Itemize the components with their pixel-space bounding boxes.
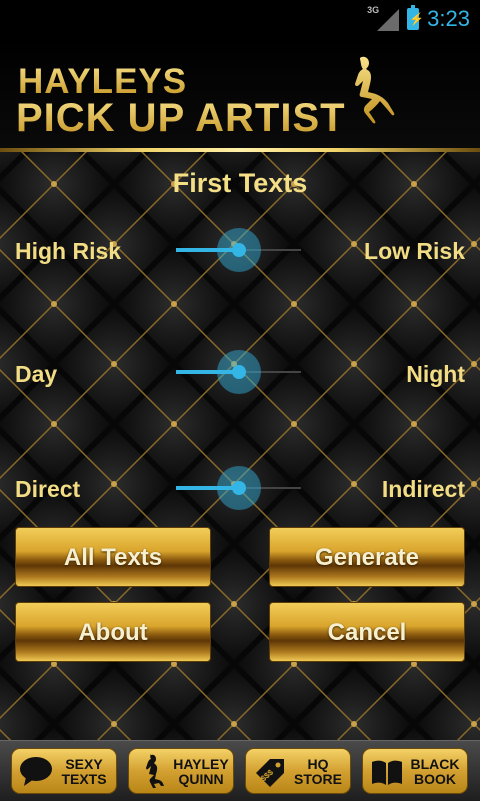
price-tag-icon: $$$ (256, 759, 284, 787)
about-button[interactable]: About (15, 602, 211, 662)
book-icon (372, 760, 402, 785)
tab-hq-store[interactable]: $$$ HQ STORE (245, 748, 351, 794)
tab-label-line2: QUINN (178, 771, 224, 787)
all-texts-button[interactable]: All Texts (15, 527, 211, 587)
slider-2-right-label: Night (406, 361, 465, 387)
cancel-button[interactable]: Cancel (269, 602, 465, 662)
bottom-tab-bar: SEXY TEXTS HAYLEY QUINN $$$ HQ STORE BLA… (0, 740, 480, 801)
tab-label-line1: BLACK (410, 756, 460, 772)
approach-slider[interactable] (176, 466, 306, 510)
signal-icon: 3G (367, 5, 400, 31)
slider-1-right-label: Low Risk (364, 238, 465, 264)
speech-bubble-icon (20, 757, 52, 786)
app-header: HAYLEYS PICK UP ARTIST (0, 38, 480, 150)
slider-3-left-label: Direct (15, 476, 81, 502)
tab-label-line1: HAYLEY (173, 756, 229, 772)
tab-sexy-texts[interactable]: SEXY TEXTS (11, 748, 117, 794)
status-icons: 3G ⚡ 3:23 (367, 0, 470, 38)
tab-label-line1: HQ (307, 756, 329, 772)
logo-line-2: PICK UP ARTIST (16, 96, 346, 140)
status-bar: 3G ⚡ 3:23 (0, 0, 480, 38)
slider-2-left-label: Day (15, 361, 58, 387)
clock: 3:23 (427, 6, 470, 31)
risk-slider[interactable] (176, 228, 306, 272)
screen-title: First Texts (172, 168, 308, 198)
battery-charging-icon: ⚡ (407, 5, 424, 30)
slider-1-left-label: High Risk (15, 238, 122, 264)
tab-hayley-quinn[interactable]: HAYLEY QUINN (128, 748, 234, 794)
tab-label-line2: STORE (294, 771, 342, 787)
tab-label-line2: TEXTS (61, 771, 107, 787)
silhouette-logo-icon (355, 56, 395, 124)
tab-label-line2: BOOK (414, 771, 456, 787)
generate-button[interactable]: Generate (269, 527, 465, 587)
silhouette-icon (146, 754, 164, 788)
tab-label-line1: SEXY (65, 756, 103, 772)
time-slider[interactable] (176, 350, 306, 394)
slider-3-right-label: Indirect (381, 476, 465, 502)
tab-black-book[interactable]: BLACK BOOK (362, 748, 468, 794)
